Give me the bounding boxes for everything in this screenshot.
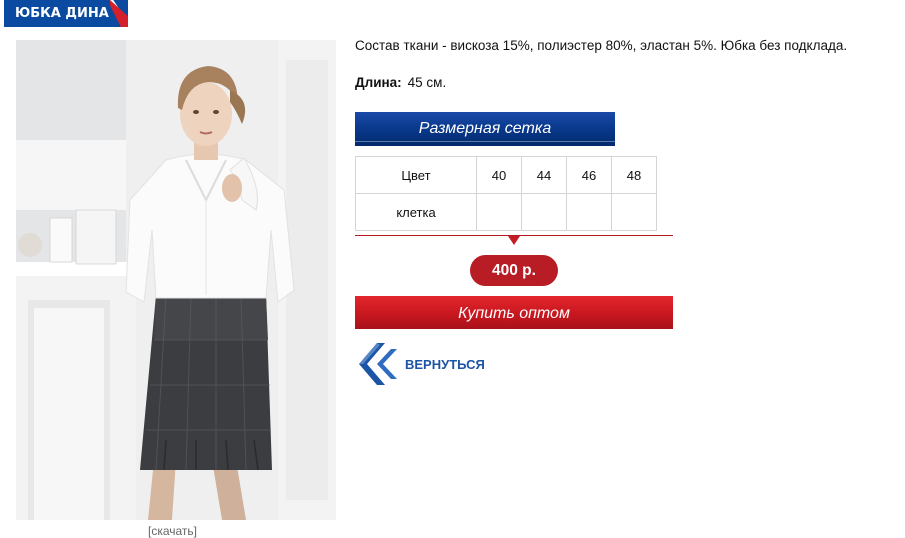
back-button[interactable]: ВЕРНУТЬСЯ	[355, 341, 485, 387]
double-chevron-left-icon	[359, 343, 397, 385]
back-button-label: ВЕРНУТЬСЯ	[405, 356, 485, 372]
length-row: Длина: 45 см.	[355, 75, 446, 90]
size-header-46: 46	[566, 156, 612, 194]
product-photo-illustration	[16, 40, 336, 520]
size-header-48: 48	[611, 156, 657, 194]
buy-wholesale-button[interactable]: Купить оптом	[355, 296, 673, 329]
price-pointer-icon	[508, 236, 520, 245]
size-header-44: 44	[521, 156, 567, 194]
size-header-color: Цвет	[355, 156, 477, 194]
title-tag-stripe-red	[110, 0, 128, 27]
size-table-header-row: Цвет 40 44 46 48	[355, 156, 657, 194]
size-cell-46[interactable]	[566, 193, 612, 231]
page-title-tag: ЮБКА ДИНА	[4, 0, 128, 27]
download-link[interactable]: [скачать]	[148, 524, 197, 538]
size-cell-48[interactable]	[611, 193, 657, 231]
length-value: 45 см.	[407, 75, 447, 90]
size-table: Цвет 40 44 46 48 клетка	[355, 156, 657, 231]
page-title: ЮБКА ДИНА	[15, 6, 109, 21]
size-row-color: клетка	[355, 193, 477, 231]
length-label: Длина:	[355, 75, 402, 90]
size-chart-banner: Размерная сетка	[355, 112, 615, 146]
fabric-composition: Состав ткани - вискоза 15%, полиэстер 80…	[355, 38, 848, 53]
size-cell-44[interactable]	[521, 193, 567, 231]
price-badge: 400 р.	[470, 255, 558, 286]
size-cell-40[interactable]	[476, 193, 522, 231]
size-header-40: 40	[476, 156, 522, 194]
table-row: клетка	[355, 193, 657, 231]
product-photo[interactable]	[16, 40, 336, 520]
